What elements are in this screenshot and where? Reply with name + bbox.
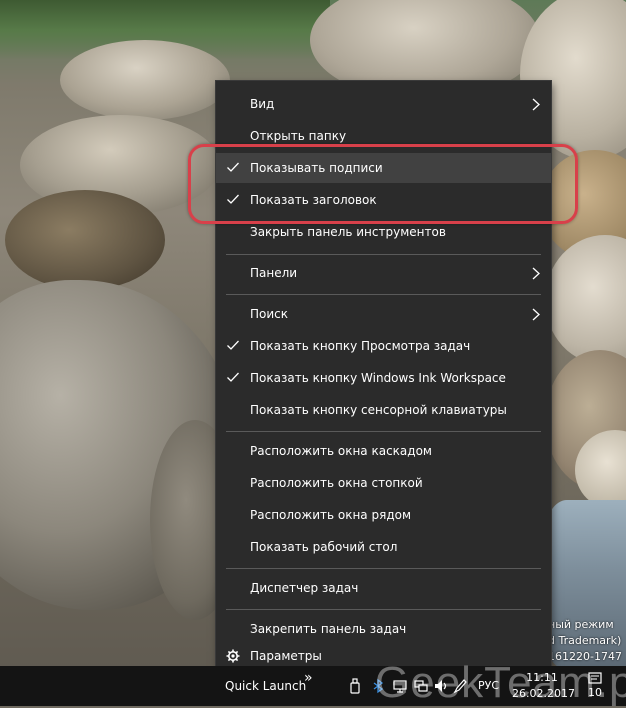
- notification-count: 10: [588, 686, 602, 699]
- notification-icon: [588, 672, 602, 684]
- taskbar: Quick Launch » РУС 11:11 26.02.2017 10: [0, 666, 626, 706]
- checkmark-icon: [227, 372, 239, 382]
- display-icon[interactable]: [393, 678, 407, 694]
- menu-item-task-manager[interactable]: Диспетчер задач: [216, 573, 551, 603]
- menu-item-search[interactable]: Поиск: [216, 299, 551, 329]
- menu-item-label: Панели: [250, 266, 298, 280]
- menu-item-label: Расположить окна стопкой: [250, 476, 423, 490]
- pen-ink-icon[interactable]: [453, 678, 467, 694]
- chevron-right-icon: [532, 308, 540, 321]
- menu-item-label: Показать рабочий стол: [250, 540, 398, 554]
- build-watermark-line: d Trademark): [548, 634, 622, 647]
- network-icon[interactable]: [414, 678, 428, 694]
- menu-separator: [226, 254, 541, 255]
- menu-item-label: Расположить окна каскадом: [250, 444, 432, 458]
- chevron-right-icon: [532, 267, 540, 280]
- wallpaper-stone: [5, 190, 165, 290]
- menu-item-side-by-side-windows[interactable]: Расположить окна рядом: [216, 500, 551, 530]
- menu-item-show-ink-workspace-button[interactable]: Показать кнопку Windows Ink Workspace: [216, 363, 551, 393]
- menu-item-show-task-view-button[interactable]: Показать кнопку Просмотра задач: [216, 331, 551, 361]
- build-watermark-line: ный режим: [548, 618, 614, 631]
- menu-item-label: Поиск: [250, 307, 289, 321]
- gear-icon: [226, 649, 240, 663]
- menu-separator: [226, 294, 541, 295]
- bluetooth-icon[interactable]: [372, 678, 384, 694]
- menu-item-view[interactable]: Вид: [216, 89, 551, 119]
- wallpaper-stone: [60, 40, 230, 120]
- menu-item-show-desktop[interactable]: Показать рабочий стол: [216, 532, 551, 562]
- menu-item-settings[interactable]: Параметры: [216, 646, 551, 666]
- menu-item-label: Показать кнопку Windows Ink Workspace: [250, 371, 506, 385]
- menu-item-toolbars[interactable]: Панели: [216, 258, 551, 288]
- desktop-build-watermark: ный режим d Trademark) 161220-1747: [548, 617, 626, 665]
- annotation-highlight-box: [188, 144, 578, 224]
- wallpaper-stone: [545, 235, 626, 365]
- volume-icon[interactable]: [434, 678, 448, 694]
- menu-item-label: Расположить окна рядом: [250, 508, 412, 522]
- language-indicator[interactable]: РУС: [478, 666, 499, 706]
- menu-item-lock-taskbar[interactable]: Закрепить панель задач: [216, 614, 551, 644]
- menu-item-label: Показать кнопку Просмотра задач: [250, 339, 471, 353]
- chevron-right-icon: [532, 98, 540, 111]
- action-center-button[interactable]: 10: [588, 672, 602, 699]
- clock-date: 26.02.2017: [512, 687, 575, 700]
- checkmark-icon: [227, 340, 239, 350]
- clock[interactable]: 11:11 26.02.2017: [512, 670, 575, 702]
- menu-item-label: Вид: [250, 97, 275, 111]
- menu-item-label: Показать кнопку сенсорной клавиатуры: [250, 403, 507, 417]
- menu-item-label: Закрепить панель задач: [250, 622, 407, 636]
- menu-item-label: Параметры: [250, 649, 322, 663]
- menu-separator: [226, 431, 541, 432]
- menu-separator: [226, 568, 541, 569]
- clock-time: 11:11: [526, 671, 558, 684]
- menu-item-cascade-windows[interactable]: Расположить окна каскадом: [216, 436, 551, 466]
- build-watermark-line: 161220-1747: [548, 650, 622, 663]
- menu-item-stack-windows[interactable]: Расположить окна стопкой: [216, 468, 551, 498]
- menu-item-show-touch-keyboard-button[interactable]: Показать кнопку сенсорной клавиатуры: [216, 395, 551, 425]
- usb-drive-icon[interactable]: [348, 678, 362, 694]
- toolbar-overflow-chevron-icon[interactable]: »: [304, 668, 313, 686]
- menu-item-label: Диспетчер задач: [250, 581, 359, 595]
- menu-separator: [226, 609, 541, 610]
- quick-launch-toolbar-label[interactable]: Quick Launch: [225, 666, 306, 706]
